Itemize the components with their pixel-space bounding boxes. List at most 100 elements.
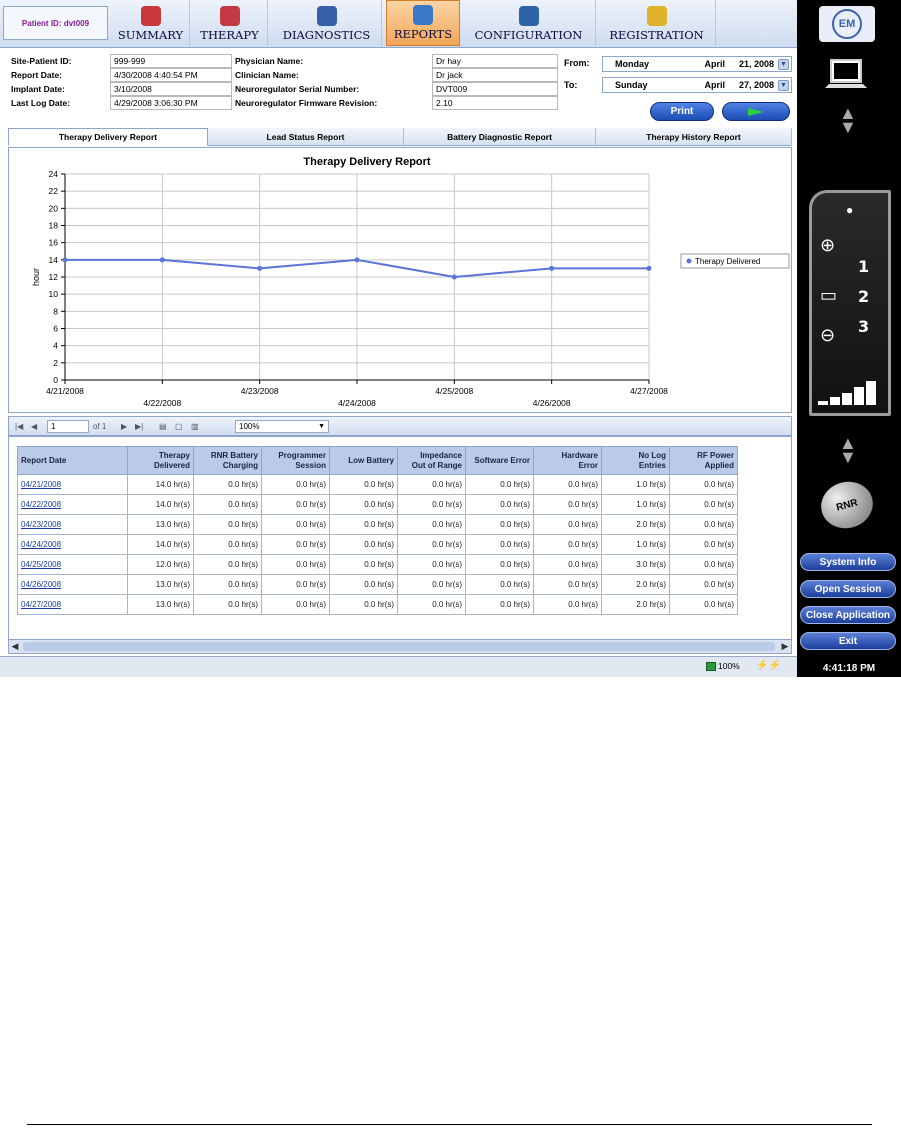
horizontal-scrollbar[interactable]: ◀ ▶ bbox=[9, 639, 791, 653]
serial-number-value: DVT009 bbox=[432, 82, 558, 96]
to-label: To: bbox=[564, 80, 578, 90]
nav-tab-summary[interactable]: SUMMARY bbox=[112, 0, 190, 46]
first-page-icon[interactable]: |◀ bbox=[15, 420, 23, 433]
therapy-icon bbox=[219, 6, 240, 26]
tab-battery-diagnostic-report[interactable]: Battery Diagnostic Report bbox=[404, 128, 596, 146]
column-header[interactable]: Impedance Out of Range bbox=[397, 446, 466, 475]
column-header[interactable]: Low Battery bbox=[329, 446, 398, 475]
previous-page-icon[interactable]: ◀ bbox=[31, 420, 37, 433]
table-cell: 0.0 hr(s) bbox=[193, 554, 262, 575]
close-application-button[interactable]: Close Application bbox=[800, 606, 896, 624]
print-button[interactable]: Print bbox=[650, 102, 714, 121]
data-point bbox=[354, 257, 360, 263]
export-icon[interactable]: ▥ bbox=[191, 420, 199, 433]
signal-bar bbox=[818, 401, 828, 405]
last-page-icon[interactable]: ▶| bbox=[135, 420, 143, 433]
table-cell: 0.0 hr(s) bbox=[261, 534, 330, 555]
nav-tab-label: SUMMARY bbox=[117, 28, 184, 42]
nav-tab-label: THERAPY bbox=[200, 28, 259, 42]
scrollbar-thumb[interactable] bbox=[23, 642, 775, 651]
y-tick-label: 4 bbox=[53, 341, 58, 351]
report-date-link[interactable]: 04/21/2008 bbox=[17, 474, 128, 495]
nav-tab-configuration[interactable]: CONFIGURATION bbox=[462, 0, 596, 46]
to-day: Sunday bbox=[615, 80, 648, 90]
table-cell: 13.0 hr(s) bbox=[127, 594, 194, 615]
nav-tab-diagnostics[interactable]: DIAGNOSTICS bbox=[272, 0, 382, 46]
y-tick-label: 12 bbox=[49, 272, 59, 282]
table-cell: 0.0 hr(s) bbox=[329, 494, 398, 515]
column-header[interactable]: Hardware Error bbox=[533, 446, 602, 475]
table-cell: 0.0 hr(s) bbox=[397, 474, 466, 495]
data-point bbox=[646, 265, 652, 271]
column-header[interactable]: Therapy Delivered bbox=[127, 446, 194, 475]
scroll-right-icon[interactable]: ▶ bbox=[779, 640, 791, 653]
signal-bar bbox=[866, 381, 876, 405]
x-tick-label: 4/23/2008 bbox=[241, 386, 279, 396]
data-point bbox=[62, 257, 68, 263]
report-date-link[interactable]: 04/27/2008 bbox=[17, 594, 128, 615]
report-date-link[interactable]: 04/23/2008 bbox=[17, 514, 128, 535]
tab-lead-status-report[interactable]: Lead Status Report bbox=[208, 128, 404, 146]
column-header[interactable]: No Log Entries bbox=[601, 446, 670, 475]
table-cell: 1.0 hr(s) bbox=[601, 494, 670, 515]
from-date: 21, 2008 bbox=[739, 59, 775, 69]
column-header[interactable]: Programmer Session bbox=[261, 446, 330, 475]
report-date-link[interactable]: 04/22/2008 bbox=[17, 494, 128, 515]
nav-tab-therapy[interactable]: THERAPY bbox=[192, 0, 268, 46]
page-number-input[interactable]: 1 bbox=[47, 420, 89, 433]
play-arrow-icon bbox=[748, 107, 764, 116]
column-header[interactable]: Software Error bbox=[465, 446, 534, 475]
therapy-delivery-chart: Therapy Delivery Report02468101214161820… bbox=[31, 156, 790, 408]
legend-marker bbox=[686, 258, 692, 264]
table-row: 04/21/2008 14.0 hr(s) 0.0 hr(s) 0.0 hr(s) 0.… bbox=[17, 474, 738, 495]
tab-therapy-delivery-report[interactable]: Therapy Delivery Report bbox=[8, 128, 208, 146]
nav-tab-registration[interactable]: REGISTRATION bbox=[598, 0, 716, 46]
clinician-label: Clinician Name: bbox=[235, 70, 299, 80]
chevron-down-icon[interactable]: ▼ bbox=[778, 59, 789, 70]
data-point bbox=[549, 265, 555, 271]
nav-tab-reports[interactable]: REPORTS bbox=[386, 0, 460, 46]
to-date-picker[interactable]: Sunday April 27, 2008 ▼ bbox=[602, 77, 792, 93]
column-header[interactable]: RNR Battery Charging bbox=[193, 446, 262, 475]
scroll-left-icon[interactable]: ◀ bbox=[9, 640, 21, 653]
table-cell: 0.0 hr(s) bbox=[465, 514, 534, 535]
zoom-select[interactable]: 100% ▼ bbox=[235, 420, 329, 433]
from-date-picker[interactable]: Monday April 21, 2008 ▼ bbox=[602, 56, 792, 72]
table-cell: 0.0 hr(s) bbox=[533, 554, 602, 575]
y-tick-label: 20 bbox=[49, 203, 59, 213]
table-cell: 2.0 hr(s) bbox=[601, 594, 670, 615]
data-point bbox=[159, 257, 165, 263]
system-info-button[interactable]: System Info bbox=[800, 553, 896, 571]
column-header[interactable]: Report Date bbox=[17, 446, 128, 475]
column-header[interactable]: RF Power Applied bbox=[669, 446, 738, 475]
status-bar: 100% ⚡⚡ bbox=[0, 656, 797, 677]
status-zoom: 100% bbox=[718, 661, 740, 671]
page-layout-icon[interactable]: ▢ bbox=[175, 420, 183, 433]
open-session-button[interactable]: Open Session bbox=[800, 580, 896, 598]
nav-tab-label: REPORTS bbox=[393, 27, 453, 41]
table-cell: 0.0 hr(s) bbox=[193, 514, 262, 535]
exit-button[interactable]: Exit bbox=[800, 632, 896, 650]
report-date-link[interactable]: 04/24/2008 bbox=[17, 534, 128, 555]
last-log-date-value: 4/29/2008 3:06:30 PM bbox=[110, 96, 232, 110]
battery-outline-icon: ▭ bbox=[820, 285, 838, 305]
table-cell: 0.0 hr(s) bbox=[329, 574, 398, 595]
report-date-link[interactable]: 04/26/2008 bbox=[17, 574, 128, 595]
registration-icon bbox=[646, 6, 667, 26]
updown-arrow-icon: ▲ ▼ bbox=[839, 433, 857, 467]
print-icon[interactable]: ▤ bbox=[159, 420, 167, 433]
x-tick-label: 4/26/2008 bbox=[533, 398, 571, 408]
table-cell: 0.0 hr(s) bbox=[193, 474, 262, 495]
go-button[interactable] bbox=[722, 102, 790, 121]
status-dot-icon: ● bbox=[846, 203, 854, 217]
report-date-link[interactable]: 04/25/2008 bbox=[17, 554, 128, 575]
table-cell: 0.0 hr(s) bbox=[465, 574, 534, 595]
date-range-selector: From: Monday April 21, 2008 ▼ To: Sunday… bbox=[564, 54, 792, 98]
device-side-panel: EM ▲ ▼ ● ⊕ 1 ▭ 2 3 ⊖ ▲ ▼ RNR System Info O… bbox=[797, 0, 901, 677]
table-row: 04/27/2008 13.0 hr(s) 0.0 hr(s) 0.0 hr(s) 0.… bbox=[17, 594, 738, 615]
next-page-icon[interactable]: ▶ bbox=[121, 420, 127, 433]
table-cell: 0.0 hr(s) bbox=[533, 574, 602, 595]
chevron-down-icon[interactable]: ▼ bbox=[778, 80, 789, 91]
neuroregulator-device-panel: ● ⊕ 1 ▭ 2 3 ⊖ bbox=[809, 190, 891, 416]
tab-therapy-history-report[interactable]: Therapy History Report bbox=[596, 128, 792, 146]
